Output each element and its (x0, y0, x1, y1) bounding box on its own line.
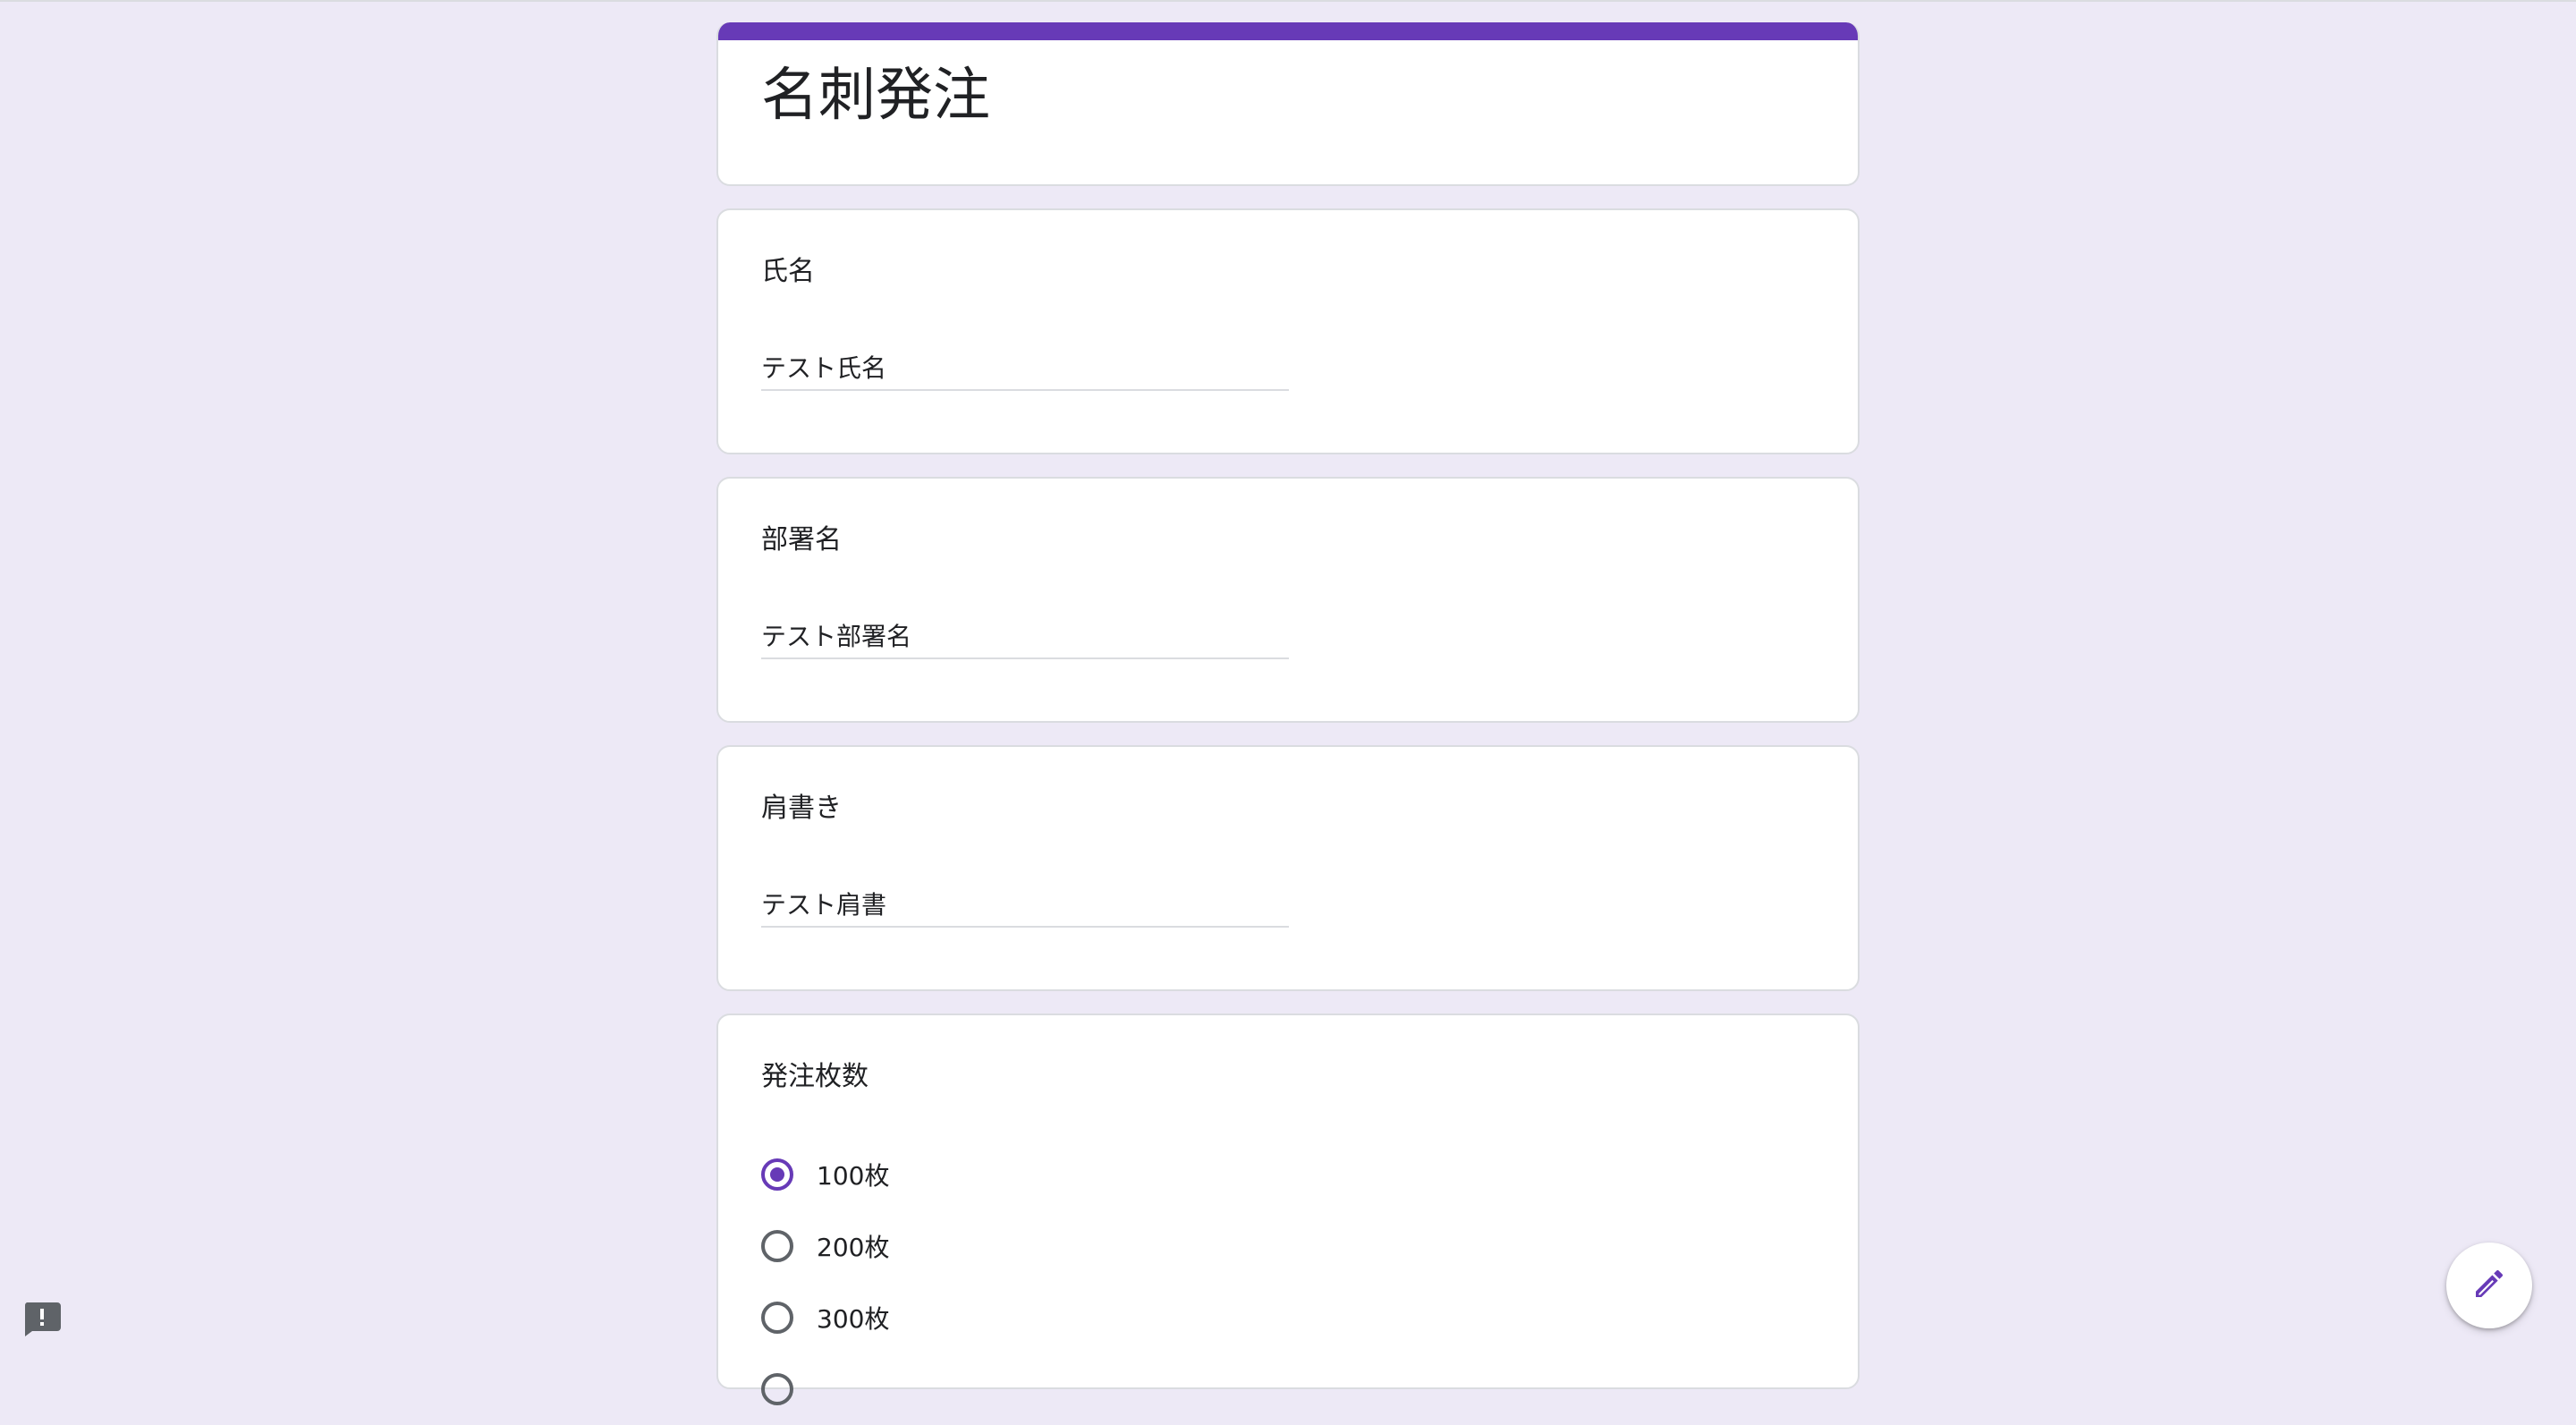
question-title-quantity: 発注枚数 (761, 1061, 869, 1092)
question-title-name: 氏名 (761, 256, 815, 287)
form-title: 名刺発注 (761, 63, 990, 129)
radio-button[interactable] (761, 1373, 793, 1405)
question-card-department: 部署名 (716, 477, 1860, 723)
question-card-quantity: 発注枚数 100枚 200枚 300枚 (716, 1014, 1860, 1405)
top-divider (0, 0, 2576, 2)
radio-option-label: 300枚 (817, 1304, 890, 1334)
radio-button[interactable] (761, 1230, 793, 1262)
radio-option-100[interactable]: 100枚 (761, 1139, 889, 1210)
question-card-name: 氏名 (716, 208, 1860, 454)
name-input[interactable] (761, 344, 1289, 391)
question-title-department: 部署名 (761, 524, 842, 556)
radio-button-checked[interactable] (761, 1158, 793, 1191)
form-column: 名刺発注 氏名 部署名 肩書き 発注枚数 100枚 200枚 300枚 (716, 22, 1860, 1412)
radio-option-partial[interactable] (761, 1353, 889, 1425)
radio-option-label: 100枚 (817, 1161, 890, 1191)
radio-option-label: 200枚 (817, 1233, 890, 1262)
radio-option-200[interactable]: 200枚 (761, 1210, 889, 1282)
question-card-job-title: 肩書き (716, 745, 1860, 991)
edit-fab-button[interactable] (2446, 1243, 2532, 1328)
question-title-job-title: 肩書き (761, 793, 842, 824)
header-accent-bar (718, 22, 1858, 40)
pencil-edit-icon (2471, 1266, 2507, 1305)
report-problem-icon[interactable] (23, 1302, 61, 1336)
job-title-input[interactable] (761, 881, 1289, 928)
form-header-card: 名刺発注 (716, 22, 1860, 186)
quantity-radio-group: 100枚 200枚 300枚 (761, 1139, 889, 1425)
radio-option-300[interactable]: 300枚 (761, 1282, 889, 1353)
radio-button[interactable] (761, 1302, 793, 1334)
department-input[interactable] (761, 613, 1289, 659)
